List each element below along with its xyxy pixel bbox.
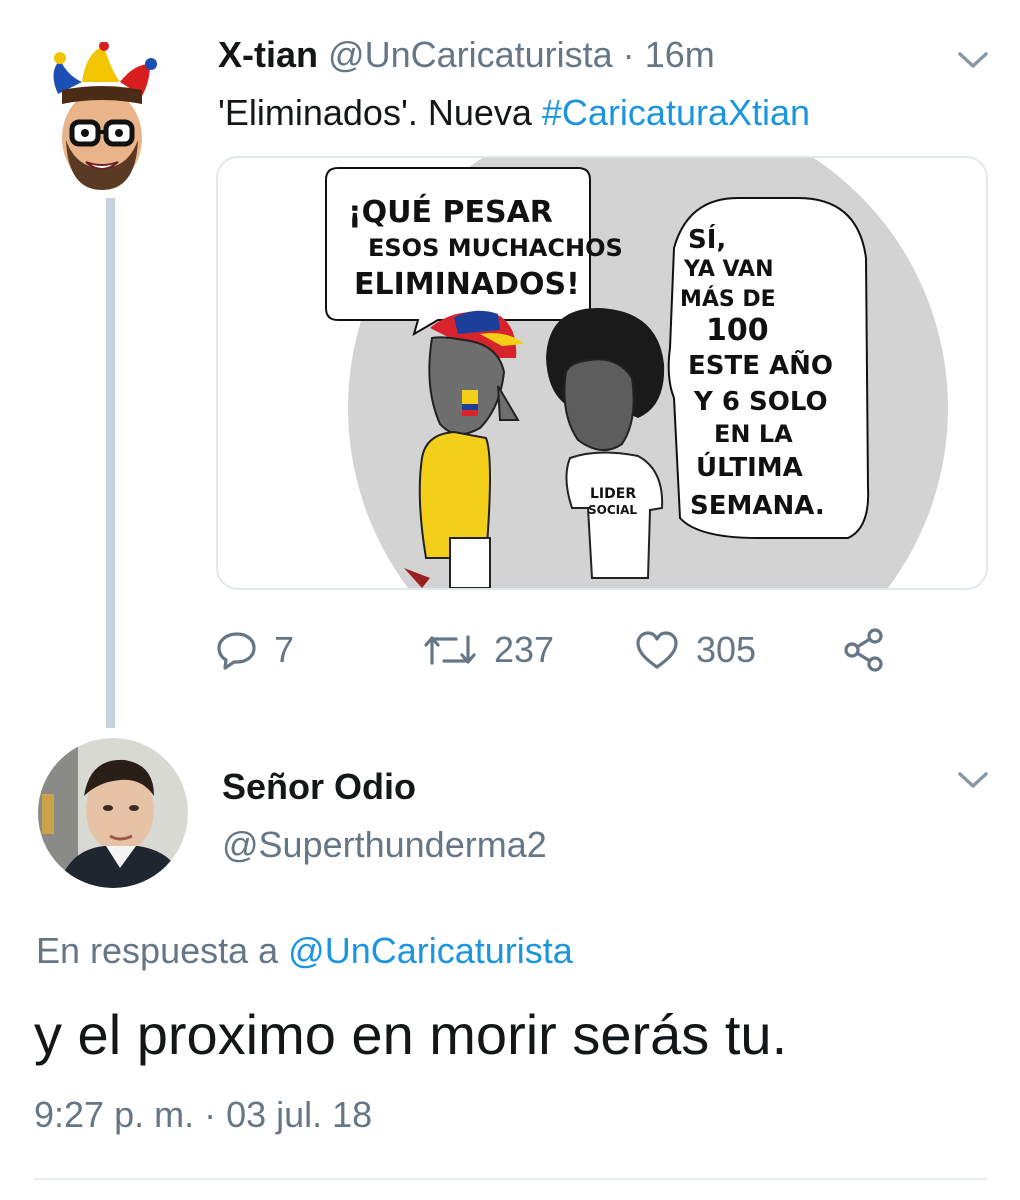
heart-icon — [636, 631, 678, 669]
chevron-down-icon[interactable] — [957, 50, 989, 70]
speech-left-line-2: ESOS MUCHACHOS — [368, 234, 623, 262]
in-reply-to-label: En respuesta a — [36, 930, 289, 971]
reply-count: 7 — [274, 629, 295, 670]
like-button[interactable]: 305 — [634, 622, 756, 678]
tweet-media-card[interactable]: ¡QUÉ PESAR ESOS MUCHACHOS ELIMINADOS! SÍ… — [216, 156, 988, 590]
speech-right-line-3: MÁS DE — [680, 286, 776, 312]
chevron-down-icon[interactable] — [957, 770, 989, 790]
shirt-label-line-2: SOCIAL — [588, 503, 637, 517]
separator-dot: · — [622, 34, 635, 75]
like-count: 305 — [696, 629, 757, 670]
speech-left-line-1: ¡QUÉ PESAR — [348, 194, 553, 230]
tweet-text: 'Eliminados'. Nueva #CaricaturaXtian — [218, 92, 810, 134]
reply-author-handle[interactable]: @Superthunderma2 — [222, 824, 547, 866]
divider — [34, 1178, 986, 1180]
reply-timestamp[interactable]: 9:27 p. m. · 03 jul. 18 — [34, 1094, 372, 1136]
speech-right-line-5: ESTE AÑO — [688, 349, 833, 381]
reply-text: y el proximo en morir serás tu. — [34, 1003, 788, 1066]
speech-right-line-4: 100 — [706, 313, 769, 348]
cartoon-image: ¡QUÉ PESAR ESOS MUCHACHOS ELIMINADOS! SÍ… — [218, 158, 986, 588]
tweet-text-body: 'Eliminados'. Nueva — [218, 92, 542, 133]
avatar-reply-user[interactable] — [38, 738, 188, 888]
avatar-jester[interactable] — [38, 41, 168, 192]
retweet-count: 237 — [494, 629, 555, 670]
author-name[interactable]: X-tian — [218, 34, 318, 75]
in-reply-to-line: En respuesta a @UnCaricaturista — [36, 930, 573, 972]
retweet-icon — [424, 635, 476, 665]
share-button[interactable] — [840, 622, 904, 678]
shirt-label-line-1: LIDER — [590, 486, 636, 502]
reply-button[interactable]: 7 — [216, 622, 294, 678]
speech-right-line-6: Y 6 SOLO — [693, 387, 828, 417]
reply-author-name[interactable]: Señor Odio — [222, 766, 416, 808]
speech-left-line-3: ELIMINADOS! — [354, 267, 580, 302]
reply-icon — [217, 632, 256, 670]
hashtag-link[interactable]: #CaricaturaXtian — [542, 92, 810, 133]
speech-right-line-8: ÚLTIMA — [696, 451, 803, 483]
tweet-header: X-tian @UnCaricaturista · 16m — [218, 34, 715, 76]
in-reply-to-mention[interactable]: @UnCaricaturista — [288, 930, 573, 971]
speech-right-line-7: EN LA — [714, 420, 793, 448]
share-icon — [844, 628, 883, 672]
author-handle[interactable]: @UnCaricaturista — [328, 34, 613, 75]
retweet-button[interactable]: 237 — [422, 622, 554, 678]
thread-connector-line — [106, 198, 115, 728]
speech-right-line-1: SÍ, — [688, 223, 726, 255]
tweet-time[interactable]: 16m — [645, 34, 715, 75]
speech-right-line-2: YA VAN — [683, 257, 773, 282]
speech-right-line-9: SEMANA. — [690, 491, 825, 521]
